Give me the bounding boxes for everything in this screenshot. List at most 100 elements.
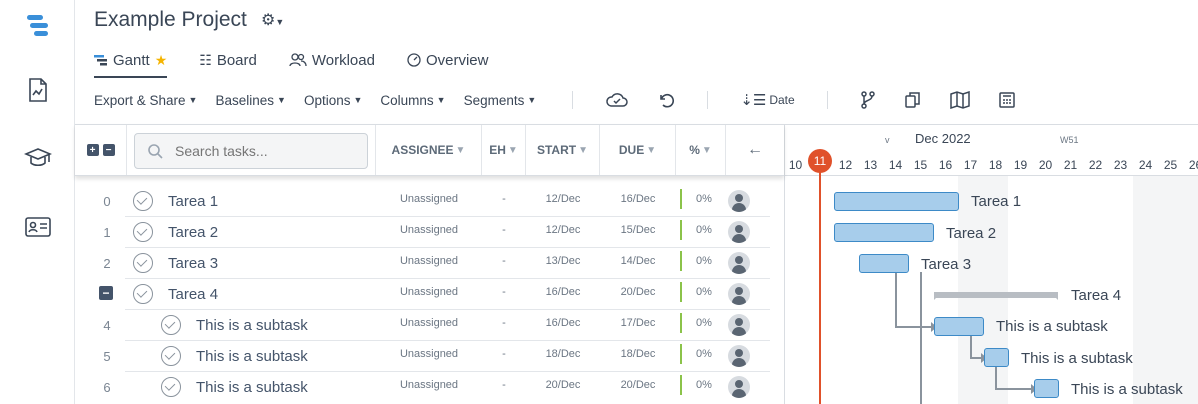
table-row[interactable]: 4 This is a subtask Unassigned - 16/Dec …: [75, 310, 770, 341]
assignee-cell[interactable]: Unassigned: [376, 348, 482, 360]
complete-check-icon[interactable]: [133, 222, 153, 242]
table-row[interactable]: 0 Tarea 1 Unassigned - 12/Dec 16/Dec 0%: [75, 186, 770, 217]
progress-cell[interactable]: 0%: [680, 375, 726, 395]
search-input[interactable]: [175, 143, 355, 159]
due-cell[interactable]: 16/Dec: [600, 193, 676, 205]
table-row[interactable]: − Tarea 4 Unassigned - 16/Dec 20/Dec 0%: [75, 279, 770, 310]
project-settings-button[interactable]: ⚙▼: [261, 10, 284, 30]
complete-check-icon[interactable]: [161, 377, 181, 397]
eh-cell[interactable]: -: [482, 255, 526, 267]
task-name[interactable]: This is a subtask: [196, 379, 308, 396]
table-row[interactable]: 2 Tarea 3 Unassigned - 13/Dec 14/Dec 0%: [75, 248, 770, 279]
start-cell[interactable]: 16/Dec: [526, 286, 600, 298]
task-bar[interactable]: [859, 254, 909, 273]
due-cell[interactable]: 17/Dec: [600, 317, 676, 329]
assignee-cell[interactable]: Unassigned: [376, 255, 482, 267]
critical-path-button[interactable]: [860, 91, 876, 109]
task-bar[interactable]: [934, 317, 984, 336]
progress-cell[interactable]: 0%: [680, 220, 726, 240]
assignee-cell[interactable]: Unassigned: [376, 224, 482, 236]
task-name[interactable]: This is a subtask: [196, 317, 308, 334]
task-name[interactable]: This is a subtask: [196, 348, 308, 365]
eh-cell[interactable]: -: [482, 224, 526, 236]
complete-check-icon[interactable]: [161, 315, 181, 335]
complete-check-icon[interactable]: [161, 346, 181, 366]
avatar[interactable]: [728, 252, 750, 274]
contact-card-icon[interactable]: [24, 213, 52, 241]
undo-button[interactable]: [657, 91, 675, 109]
due-cell[interactable]: 20/Dec: [600, 286, 676, 298]
progress-cell[interactable]: 0%: [680, 251, 726, 271]
column-eh[interactable]: EH ▼: [482, 125, 526, 175]
complete-check-icon[interactable]: [133, 253, 153, 273]
assignee-cell[interactable]: Unassigned: [376, 286, 482, 298]
table-row[interactable]: 5 This is a subtask Unassigned - 18/Dec …: [75, 341, 770, 372]
column-assignee[interactable]: ASSIGNEE ▼: [375, 125, 482, 175]
avatar[interactable]: [728, 283, 750, 305]
task-name[interactable]: Tarea 4: [168, 286, 218, 303]
tab-gantt[interactable]: Gantt ★: [94, 48, 168, 78]
due-cell[interactable]: 18/Dec: [600, 348, 676, 360]
progress-cell[interactable]: 0%: [680, 313, 726, 333]
due-cell[interactable]: 20/Dec: [600, 379, 676, 391]
avatar[interactable]: [728, 376, 750, 398]
task-name[interactable]: Tarea 2: [168, 224, 218, 241]
start-cell[interactable]: 13/Dec: [526, 255, 600, 267]
progress-cell[interactable]: 0%: [680, 344, 726, 364]
start-cell[interactable]: 18/Dec: [526, 348, 600, 360]
collapse-grid-button[interactable]: ←: [726, 125, 784, 175]
start-cell[interactable]: 12/Dec: [526, 224, 600, 236]
export-share-menu[interactable]: Export & Share ▼: [94, 93, 197, 108]
collapse-group-icon[interactable]: −: [99, 286, 113, 300]
avatar[interactable]: [728, 190, 750, 212]
column-start[interactable]: START ▼: [526, 125, 600, 175]
eh-cell[interactable]: -: [482, 193, 526, 205]
task-bar[interactable]: [834, 192, 959, 211]
task-bar[interactable]: [984, 348, 1009, 367]
due-cell[interactable]: 14/Dec: [600, 255, 676, 267]
assignee-cell[interactable]: Unassigned: [376, 379, 482, 391]
map-button[interactable]: [949, 91, 970, 109]
task-bar[interactable]: [1034, 379, 1059, 398]
columns-menu[interactable]: Columns ▼: [380, 93, 445, 108]
avatar[interactable]: [728, 221, 750, 243]
table-row[interactable]: 6 This is a subtask Unassigned - 20/Dec …: [75, 372, 770, 403]
column-due[interactable]: DUE ▼: [600, 125, 676, 175]
avatar[interactable]: [728, 345, 750, 367]
calculator-button[interactable]: [998, 91, 1016, 109]
task-bar[interactable]: [834, 223, 934, 242]
tab-workload[interactable]: Workload: [289, 48, 375, 72]
options-menu[interactable]: Options ▼: [304, 93, 362, 108]
column-percent[interactable]: % ▼: [676, 125, 726, 175]
eh-cell[interactable]: -: [482, 379, 526, 391]
task-name[interactable]: Tarea 3: [168, 255, 218, 272]
start-cell[interactable]: 12/Dec: [526, 193, 600, 205]
assignee-cell[interactable]: Unassigned: [376, 317, 482, 329]
collapse-all-icon[interactable]: −: [102, 144, 115, 156]
tab-overview[interactable]: Overview: [407, 48, 488, 72]
academy-icon[interactable]: [24, 144, 52, 172]
eh-cell[interactable]: -: [482, 286, 526, 298]
report-icon[interactable]: [24, 76, 52, 104]
progress-cell[interactable]: 0%: [680, 189, 726, 209]
complete-check-icon[interactable]: [133, 284, 153, 304]
task-name[interactable]: Tarea 1: [168, 193, 218, 210]
start-cell[interactable]: 16/Dec: [526, 317, 600, 329]
tab-board[interactable]: ☷ Board: [199, 48, 257, 72]
segments-menu[interactable]: Segments ▼: [464, 93, 537, 108]
baselines-menu[interactable]: Baselines ▼: [215, 93, 285, 108]
start-cell[interactable]: 20/Dec: [526, 379, 600, 391]
app-logo-icon[interactable]: [24, 12, 52, 40]
assignee-cell[interactable]: Unassigned: [376, 193, 482, 205]
copy-button[interactable]: [904, 91, 922, 109]
cloud-sync-button[interactable]: [605, 91, 629, 109]
expand-all-icon[interactable]: +: [86, 144, 99, 156]
eh-cell[interactable]: -: [482, 348, 526, 360]
avatar[interactable]: [728, 314, 750, 336]
due-cell[interactable]: 15/Dec: [600, 224, 676, 236]
eh-cell[interactable]: -: [482, 317, 526, 329]
table-row[interactable]: 1 Tarea 2 Unassigned - 12/Dec 15/Dec 0%: [75, 217, 770, 248]
progress-cell[interactable]: 0%: [680, 282, 726, 302]
complete-check-icon[interactable]: [133, 191, 153, 211]
sort-date-button[interactable]: ⇣☰ Date: [740, 91, 794, 109]
